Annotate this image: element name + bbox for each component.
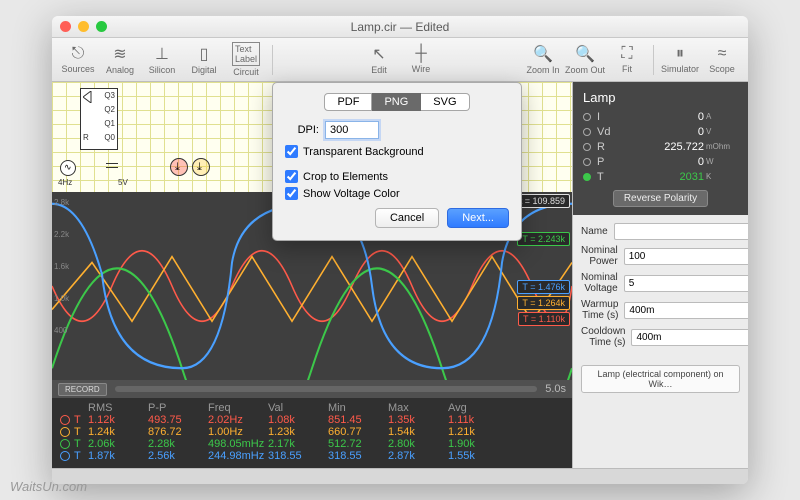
next-button[interactable]: Next...: [447, 208, 509, 228]
cooldown-time-field[interactable]: [631, 329, 748, 346]
cursor-icon: ↖: [372, 44, 385, 64]
inspector-panel: Lamp I0AVd0VR225.722mOhmP0WT2031K Revers…: [572, 82, 748, 468]
simulator-button[interactable]: ⏸Simulator: [660, 40, 700, 80]
fit-icon: ⛶: [621, 45, 632, 63]
warmup-time-field[interactable]: [624, 302, 748, 319]
text-icon: TextLabel: [232, 42, 260, 66]
wiki-link-button[interactable]: Lamp (electrical component) on Wik…: [581, 365, 740, 393]
zoomout-icon: 🔍: [575, 44, 595, 64]
analog-button[interactable]: ≋Analog: [100, 40, 140, 80]
time-end: 5.0s: [545, 383, 566, 395]
time-badge: t = 109.859: [515, 194, 570, 208]
wire-icon: ┼: [415, 45, 426, 63]
trace-badge: T = 2.243k: [517, 232, 570, 246]
ac-source[interactable]: ∿: [60, 160, 76, 176]
silicon-button[interactable]: ⊥Silicon: [142, 40, 182, 80]
name-field[interactable]: [614, 223, 748, 240]
tab-svg[interactable]: SVG: [421, 93, 469, 111]
lamp-2[interactable]: ⤓: [192, 158, 210, 176]
tab-png[interactable]: PNG: [372, 93, 421, 111]
cancel-button[interactable]: Cancel: [375, 208, 439, 228]
table-row[interactable]: T1.24k876.721.00Hz1.23k660.771.54k1.21k: [60, 426, 564, 438]
inspector-title: Lamp: [583, 90, 738, 105]
textlabel-button[interactable]: TextLabelCircuit: [226, 40, 266, 80]
digital-icon: ▯: [200, 44, 209, 64]
trace-badge: T = 1.476k: [517, 280, 570, 294]
crop-checkbox[interactable]: Crop to Elements: [285, 170, 509, 183]
fit-button[interactable]: ⛶Fit: [607, 40, 647, 80]
dpi-field[interactable]: [325, 121, 379, 139]
zoomin-button[interactable]: 🔍Zoom In: [523, 40, 563, 80]
wire-button[interactable]: ┼Wire: [401, 40, 441, 80]
silicon-icon: ⊥: [155, 44, 169, 64]
counter-chip[interactable]: Q3 Q2 Q1 Q0 R: [80, 88, 118, 150]
scope-icon: ≈: [718, 45, 727, 63]
scope-button[interactable]: ≈Scope: [702, 40, 742, 80]
pause-icon: ⏸: [676, 45, 684, 63]
lamp-1[interactable]: ⤓: [170, 158, 188, 176]
transparent-checkbox[interactable]: Transparent Background: [285, 145, 509, 158]
footer: [52, 468, 748, 484]
voltage-color-checkbox[interactable]: Show Voltage Color: [285, 187, 509, 200]
sources-icon: ⎋: [72, 45, 85, 63]
watermark: WaitsUn.com: [10, 479, 87, 494]
nominal-power-field[interactable]: [624, 248, 748, 265]
scroll-track[interactable]: [115, 386, 538, 392]
capacitor[interactable]: [112, 155, 113, 181]
measurement-row: T2031K: [583, 169, 738, 184]
measurement-row: Vd0V: [583, 124, 738, 139]
zoomin-icon: 🔍: [533, 44, 553, 64]
window-title: Lamp.cir — Edited: [52, 20, 748, 34]
measurements-table: RMS P-P Freq Val Min Max Avg T1.12k493.7…: [52, 398, 572, 468]
table-row[interactable]: T1.87k2.56k244.98mHz318.55318.552.87k1.5…: [60, 450, 564, 462]
edit-button[interactable]: ↖Edit: [359, 40, 399, 80]
analog-icon: ≋: [113, 44, 126, 64]
table-row[interactable]: T1.12k493.752.02Hz1.08k851.451.35k1.11k: [60, 414, 564, 426]
table-row[interactable]: T2.06k2.28k498.05mHz2.17k512.722.80k1.90…: [60, 438, 564, 450]
toolbar: ⎋Sources ≋Analog ⊥Silicon ▯Digital TextL…: [52, 38, 748, 82]
record-button[interactable]: RECORD: [58, 383, 107, 396]
measurement-row: I0A: [583, 109, 738, 124]
nominal-voltage-field[interactable]: [624, 275, 748, 292]
trace-badge: T = 1.264k: [517, 296, 570, 310]
tab-pdf[interactable]: PDF: [324, 93, 372, 111]
digital-button[interactable]: ▯Digital: [184, 40, 224, 80]
reverse-polarity-button[interactable]: Reverse Polarity: [613, 190, 708, 207]
zoomout-button[interactable]: 🔍Zoom Out: [565, 40, 605, 80]
scope-controls: RECORD 5.0s: [52, 380, 572, 398]
trace-badge: T = 1.110k: [518, 312, 570, 326]
export-dialog: PDF PNG SVG DPI: Transparent Background …: [272, 82, 522, 241]
sources-button[interactable]: ⎋Sources: [58, 40, 98, 80]
measurement-row: P0W: [583, 154, 738, 169]
format-segmented: PDF PNG SVG: [285, 93, 509, 111]
titlebar: Lamp.cir — Edited: [52, 16, 748, 38]
measurement-row: R225.722mOhm: [583, 139, 738, 154]
